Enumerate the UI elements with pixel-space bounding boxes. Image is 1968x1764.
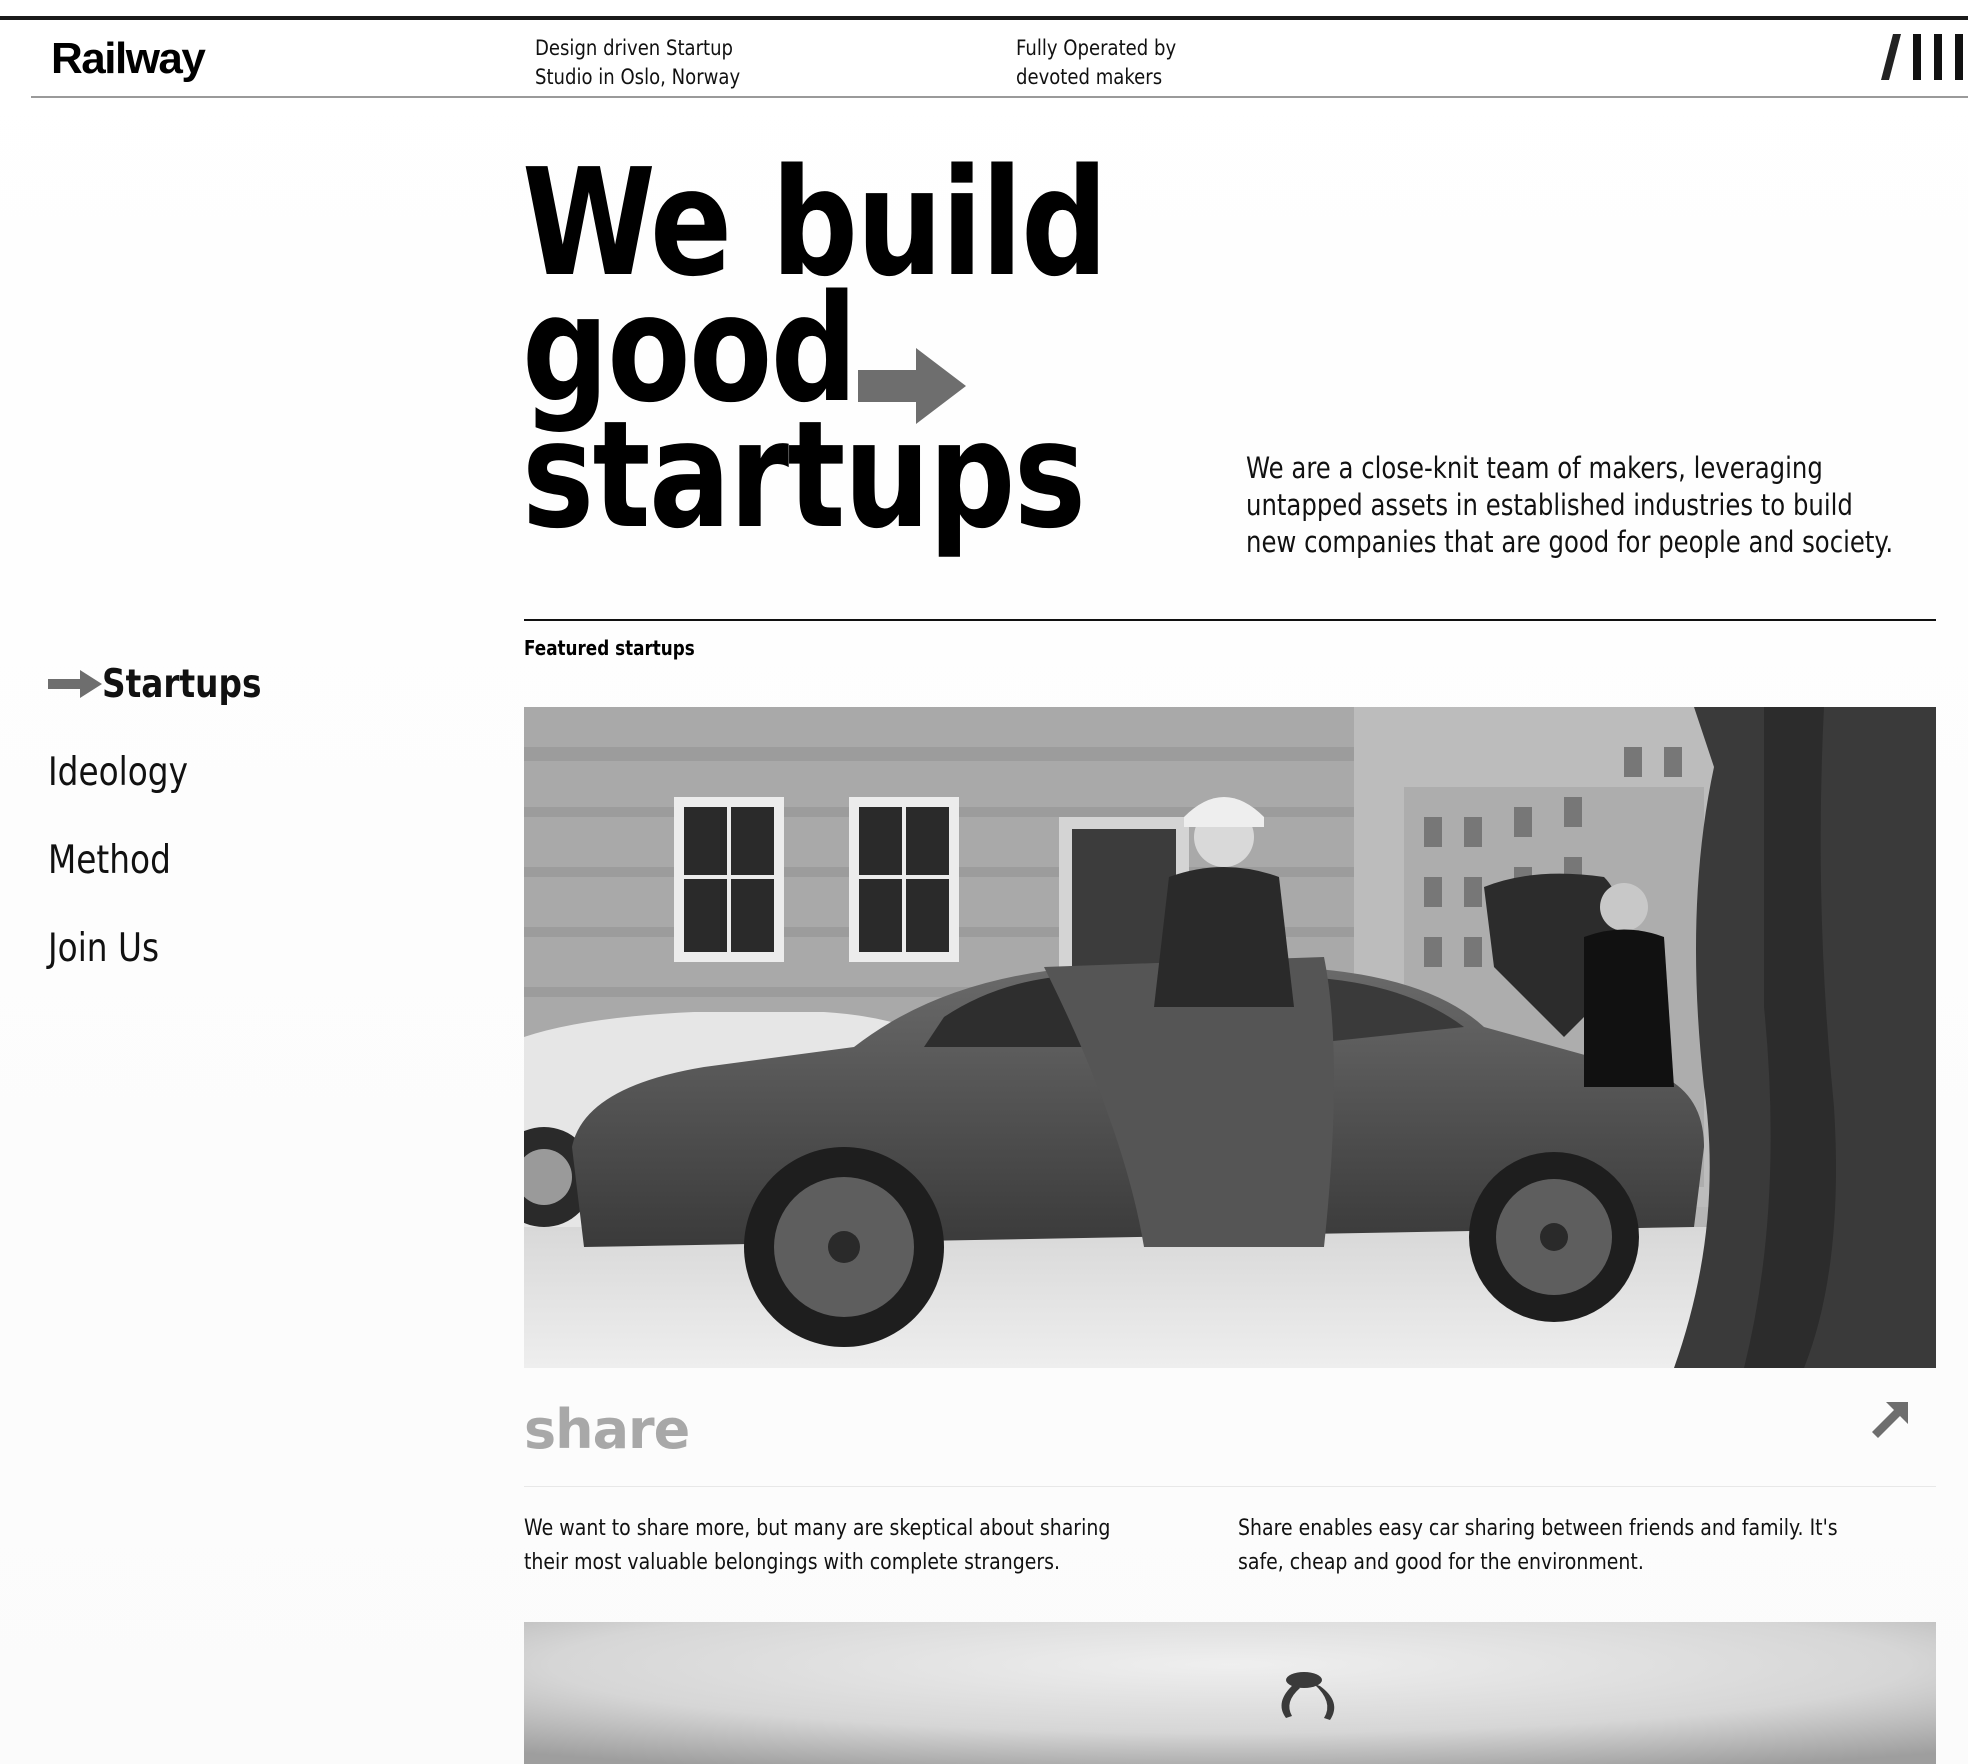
tagline-makers-line-1: Fully Operated by [1016,36,1177,60]
nav-item-startups[interactable]: Startups [48,640,468,728]
nav-item-ideology[interactable]: Ideology [48,728,468,816]
startup-problem-text: We want to share more, but many are skep… [524,1516,1111,1575]
nav-item-join-us[interactable]: Join Us [48,904,468,992]
tagline-studio-line-1: Design driven Startup [535,36,734,60]
nav-item-label: Ideology [48,749,188,795]
hero-title: We build good startups [522,149,1178,561]
section-divider [524,619,1936,621]
second-startup-photo[interactable] [524,1622,1936,1764]
share-logo[interactable]: share [524,1398,690,1461]
tagline-studio-line-2: Studio in Oslo, Norway [535,65,741,89]
nav-item-label: Startups [102,661,262,707]
active-arrow-icon [48,670,102,698]
tagline-studio: Design driven Startup Studio in Oslo, No… [535,34,740,92]
startup-solution-text: Share enables easy car sharing between f… [1238,1516,1838,1575]
site-header: Railway Design driven Startup Studio in … [31,20,1968,98]
railway-logo[interactable]: Railway [51,34,206,84]
intro-text: We are a close-knit team of makers, leve… [1246,451,1894,559]
diagonal-arrow-icon[interactable] [1868,1400,1910,1442]
featured-startup-photo[interactable] [524,707,1936,1368]
menu-slashes-icon[interactable] [1879,34,1968,80]
right-arrow-icon [858,348,966,424]
nav-item-label: Method [48,837,171,883]
nav-item-method[interactable]: Method [48,816,468,904]
nav-item-label: Join Us [48,925,160,971]
card-divider [524,1486,1936,1487]
page: Railway Design driven Startup Studio in … [0,0,1968,1764]
tagline-makers-line-2: devoted makers [1016,65,1163,89]
hero-title-line-3: startups [522,389,1086,561]
featured-startups-label: Featured startups [524,636,695,660]
tagline-makers: Fully Operated by devoted makers [1016,34,1176,92]
side-navigation: Startups Ideology Method Join Us [48,640,468,992]
